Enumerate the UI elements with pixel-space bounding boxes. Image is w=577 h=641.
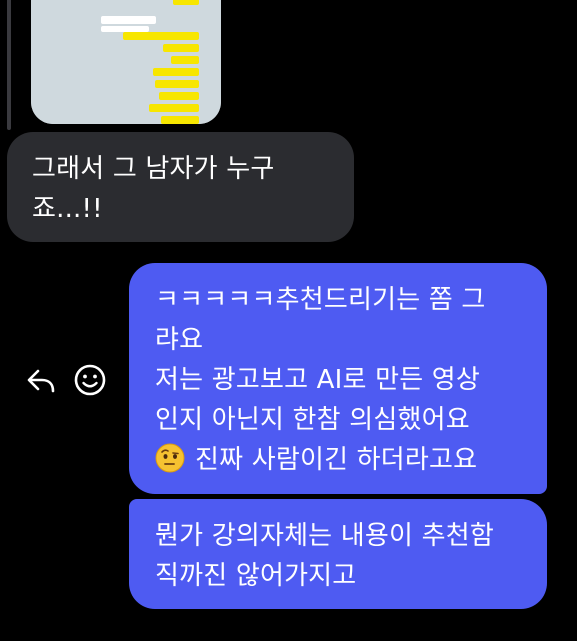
message-line-with-emoji: 진짜 사람이긴 하더라고요 bbox=[155, 440, 525, 480]
smiley-icon[interactable] bbox=[73, 363, 107, 397]
outgoing-message[interactable]: 뭔가 강의자체는 내용이 추천함 직까진 않어가지고 bbox=[129, 499, 547, 609]
message-line: 뭔가 강의자체는 내용이 추천함 bbox=[155, 521, 494, 551]
shared-image[interactable] bbox=[31, 0, 221, 124]
reply-icon[interactable] bbox=[24, 363, 58, 397]
message-line: 죠...!! bbox=[32, 194, 103, 224]
message-line: ㅋㅋㅋㅋㅋ추천드리기는 쫌 그 bbox=[155, 285, 486, 315]
chat-screenshot-preview bbox=[31, 0, 221, 124]
message-line: 저는 광고보고 AI로 만든 영상 bbox=[155, 365, 481, 395]
message-line: 직까진 않어가지고 bbox=[155, 561, 357, 591]
outgoing-message[interactable]: ㅋㅋㅋㅋㅋ추천드리기는 쫌 그 랴요 저는 광고보고 AI로 만든 영상 인지 … bbox=[129, 263, 547, 494]
message-line: 랴요 bbox=[155, 325, 204, 355]
incoming-message[interactable]: 그래서 그 남자가 누구 죠...!! bbox=[7, 132, 354, 242]
face-with-raised-eyebrow-icon bbox=[155, 443, 185, 473]
message-line: 인지 아닌지 한참 의심했어요 bbox=[155, 405, 470, 435]
message-line: 그래서 그 남자가 누구 bbox=[32, 154, 275, 184]
scroll-indicator bbox=[7, 0, 11, 130]
message-text: 진짜 사람이긴 하더라고요 bbox=[195, 445, 478, 475]
